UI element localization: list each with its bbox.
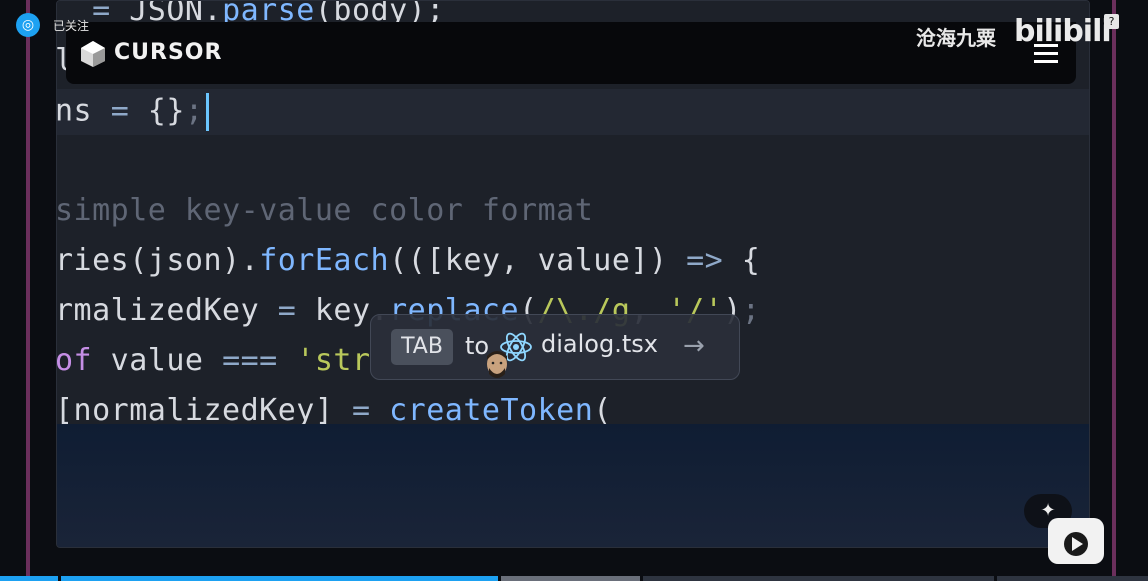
arrow-right-icon: → <box>683 331 705 361</box>
video-lower-area <box>57 424 1089 547</box>
chapter-marker <box>994 576 997 581</box>
target-file-name: dialog.tsx <box>541 330 658 358</box>
chapter-marker <box>498 576 501 581</box>
video-progress-bar[interactable] <box>0 576 1148 581</box>
chapter-marker <box>640 576 643 581</box>
brand-name: CURSOR <box>114 40 223 65</box>
tab-suggestion-popup[interactable]: TAB to dialog.tsx → <box>370 314 740 380</box>
tab-key-badge: TAB <box>391 329 453 365</box>
code-line-comment: simple key-value color format <box>56 193 594 228</box>
help-icon[interactable]: ? <box>1104 14 1119 29</box>
current-line-highlight <box>57 89 1089 135</box>
code-line-3: ns = {}; <box>57 93 209 131</box>
play-tv-icon[interactable] <box>1048 518 1104 564</box>
bilibili-logo: bilibili <box>1014 14 1112 49</box>
code-line-8: [normalizedKey] = createToken( <box>56 393 612 428</box>
progress-buffered <box>499 576 643 581</box>
video-frame-right-border <box>1112 0 1116 581</box>
avatar <box>487 351 507 378</box>
cursor-logo-icon <box>81 41 105 67</box>
follow-icon[interactable]: ◎ <box>16 13 40 37</box>
code-line-7: of value === 'str <box>56 343 371 378</box>
progress-played <box>0 576 500 581</box>
video-frame-left-border <box>26 0 30 581</box>
follow-status[interactable]: 已关注 <box>53 17 89 34</box>
code-line-5: ries(json).forEach(([key, value]) => { <box>56 243 761 278</box>
text-caret <box>205 93 209 131</box>
uploader-name: 沧海九粟 <box>916 26 996 50</box>
chapter-marker <box>58 576 61 581</box>
